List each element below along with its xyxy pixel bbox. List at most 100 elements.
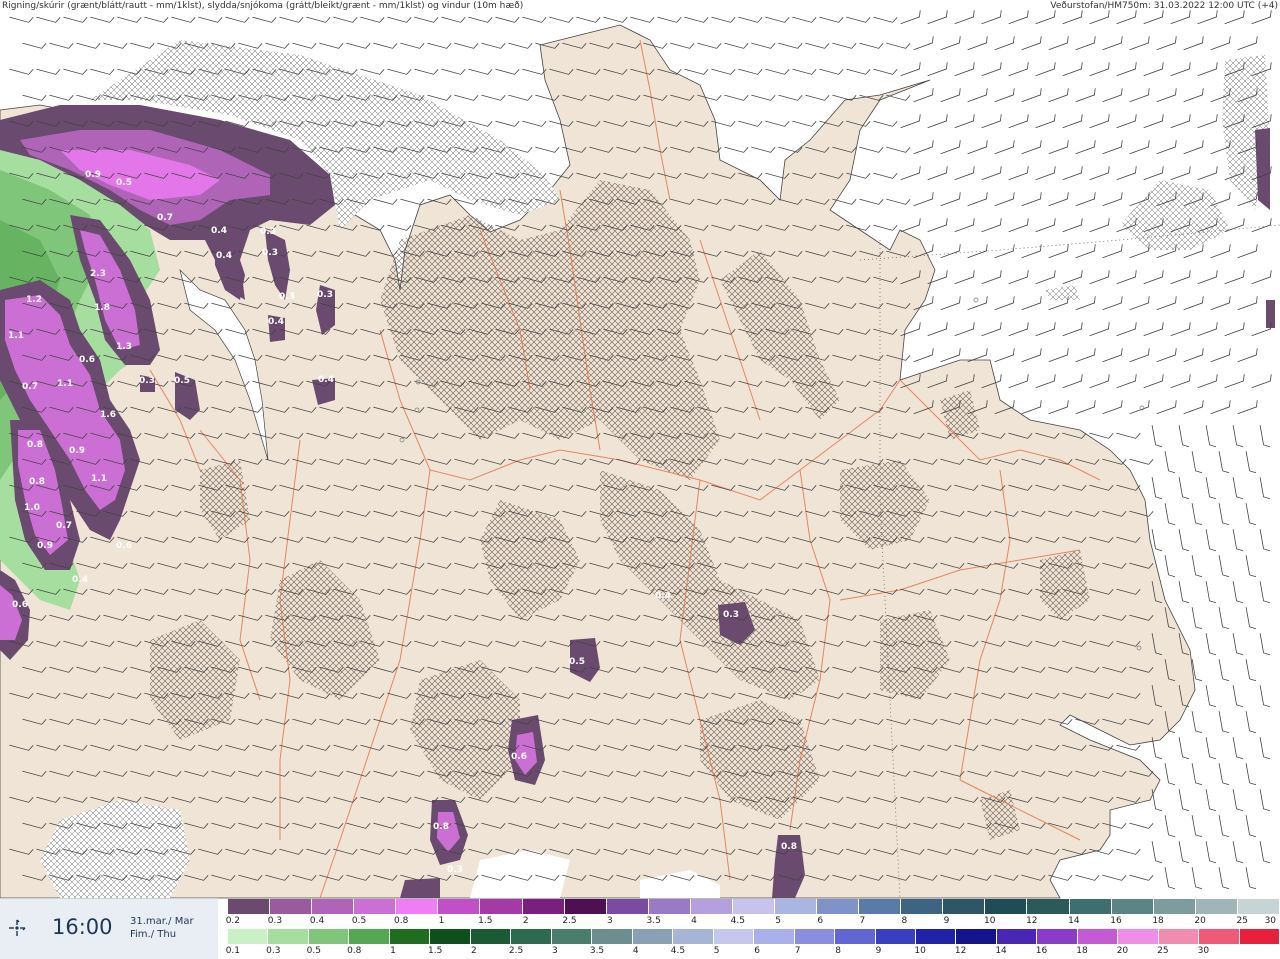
snow-legend-swatch <box>817 899 860 914</box>
rain-legend-label: 1.5 <box>427 946 443 956</box>
precip-value: 0.8 <box>433 822 449 832</box>
rain-legend-swatch <box>592 929 633 944</box>
precip-value: 0.4 <box>318 375 334 385</box>
rain-legend-label: 8 <box>835 946 841 956</box>
snow-legend-label: 8 <box>901 916 908 926</box>
snow-legend-swatch <box>396 899 439 914</box>
rain-legend-swatch <box>996 929 1038 944</box>
rain-legend-swatch <box>1118 929 1159 944</box>
snow-legend-label: 3.5 <box>646 916 661 926</box>
precip-value: 1.0 <box>24 503 40 513</box>
snow-legend-swatch <box>522 899 565 914</box>
wind-icon[interactable] <box>6 917 28 939</box>
rain-legend-label: 7 <box>794 946 801 956</box>
precip-value: 0.8 <box>27 440 43 450</box>
snow-legend-label: 6 <box>817 916 824 926</box>
snow-legend-label: 4.5 <box>730 916 745 926</box>
rain-legend-swatch <box>632 929 674 944</box>
snow-legend-label: 30 <box>1264 916 1277 926</box>
snow-legend-swatch <box>480 899 523 914</box>
rain-legend-label: 0.8 <box>347 946 362 956</box>
precip-value: 1.6 <box>100 410 116 420</box>
snow-legend-label: 2.5 <box>562 916 577 926</box>
precip-value: 0.9 <box>85 170 101 180</box>
rain-legend-label: 0.1 <box>225 946 241 956</box>
precip-value: 0.3 <box>447 865 463 875</box>
rain-legend-label: 6 <box>754 946 761 956</box>
rain-legend-swatch <box>430 929 471 944</box>
precip-value: 1.3 <box>116 342 132 352</box>
rain-legend-label: 30 <box>1197 946 1210 956</box>
snow-legend-label: 1 <box>438 916 445 926</box>
snow-legend-label: 16 <box>1110 916 1122 926</box>
precip-value: 0.7 <box>56 521 72 531</box>
precip-value: 1.2 <box>26 295 42 305</box>
rain-legend-label: 16 <box>1035 946 1048 956</box>
rain-legend-label: 9 <box>875 946 882 956</box>
rain-legend-label: 1 <box>390 946 396 956</box>
precip-value: 0.5 <box>116 178 132 188</box>
rain-legend-swatch <box>794 929 836 944</box>
precip-value: 1.1 <box>8 331 24 341</box>
snow-legend-label: 1.5 <box>478 916 493 926</box>
snow-legend-swatch <box>1153 899 1196 914</box>
snow-legend-bar <box>228 899 1280 914</box>
precip-value: 0.6 <box>511 752 527 762</box>
rain-legend-swatch <box>349 929 390 944</box>
rain-legend-label: 4.5 <box>670 946 686 956</box>
rain-legend-label: 0.5 <box>306 946 321 956</box>
snow-legend-label: 10 <box>984 916 996 926</box>
rain-legend-label: 18 <box>1076 946 1088 956</box>
weather-map: 0.9 0.5 0.7 0.4 0.3 0.4 0.3 0.3 0.3 2.3 1.8 1.3 1.2 1… <box>0 0 1280 958</box>
snow-legend-label: 14 <box>1068 916 1080 926</box>
snow-legend-swatch <box>354 899 397 914</box>
rain-legend-swatch <box>1158 929 1200 944</box>
snow-legend-swatch <box>943 899 986 914</box>
rain-legend-swatch <box>551 929 593 944</box>
snow-legend-label: 0.5 <box>351 916 367 926</box>
precip-value: 0.5 <box>174 376 190 386</box>
snow-legend-label: 0.4 <box>309 916 325 926</box>
rain-legend-swatch <box>713 929 755 944</box>
rain-legend-swatch <box>268 929 309 944</box>
snow-legend-swatch <box>312 899 355 914</box>
map-title: Rigning/skúrir (grænt/blátt/rautt - mm/1… <box>2 1 524 11</box>
precip-value: 0.3 <box>279 292 295 302</box>
snow-legend-swatch <box>270 899 313 914</box>
snow-legend-swatch <box>859 899 902 914</box>
precip-value: 0.3 <box>723 610 739 620</box>
precip-value: 0.9 <box>37 541 53 551</box>
snow-legend-label: 5 <box>775 916 782 926</box>
snow-legend-label: 2 <box>522 916 529 926</box>
snow-legend-label: 0.8 <box>394 916 409 926</box>
rain-legend-bar <box>228 929 1280 944</box>
rain-legend-swatch <box>956 929 997 944</box>
snow-legend-label: 25 <box>1236 916 1248 926</box>
rain-legend-label: 2.5 <box>508 946 524 956</box>
rain-legend-swatch <box>1037 929 1078 944</box>
precip-value: 0.4 <box>268 317 284 327</box>
precip-value: 0.8 <box>781 842 797 852</box>
precip-value: 0.4 <box>655 591 671 601</box>
snow-legend-label: 0.2 <box>225 916 241 926</box>
rain-legend-swatch <box>1077 929 1119 944</box>
rain-legend-label: 14 <box>995 946 1007 956</box>
snow-legend-swatch <box>1195 899 1238 914</box>
snow-legend: 0.2 0.3 0.4 0.5 0.8 1 1.5 2 2.5 3 3.5 4 4.5 5 6 7 8 9 10 12… <box>225 898 1280 928</box>
precip-value: 0.6 <box>12 600 28 610</box>
snow-legend-swatch <box>564 899 607 914</box>
snow-legend-swatch <box>690 899 733 914</box>
snow-legend-swatch <box>648 899 691 914</box>
precip-value: 0.4 <box>216 251 232 261</box>
rain-legend-swatch <box>511 929 552 944</box>
rain-legend-swatch <box>1239 929 1280 944</box>
snow-legend-swatch <box>1237 899 1280 914</box>
snow-legend-swatch <box>901 899 944 914</box>
snow-legend-label: 9 <box>943 916 950 926</box>
snow-legend-label: 18 <box>1152 916 1164 926</box>
snow-legend-label: 7 <box>859 916 866 926</box>
forecast-weekday: Fim./ Thu <box>130 929 177 940</box>
precip-value: 2.3 <box>90 269 106 279</box>
rain-legend-swatch <box>228 929 269 944</box>
rain-legend-swatch <box>835 929 876 944</box>
